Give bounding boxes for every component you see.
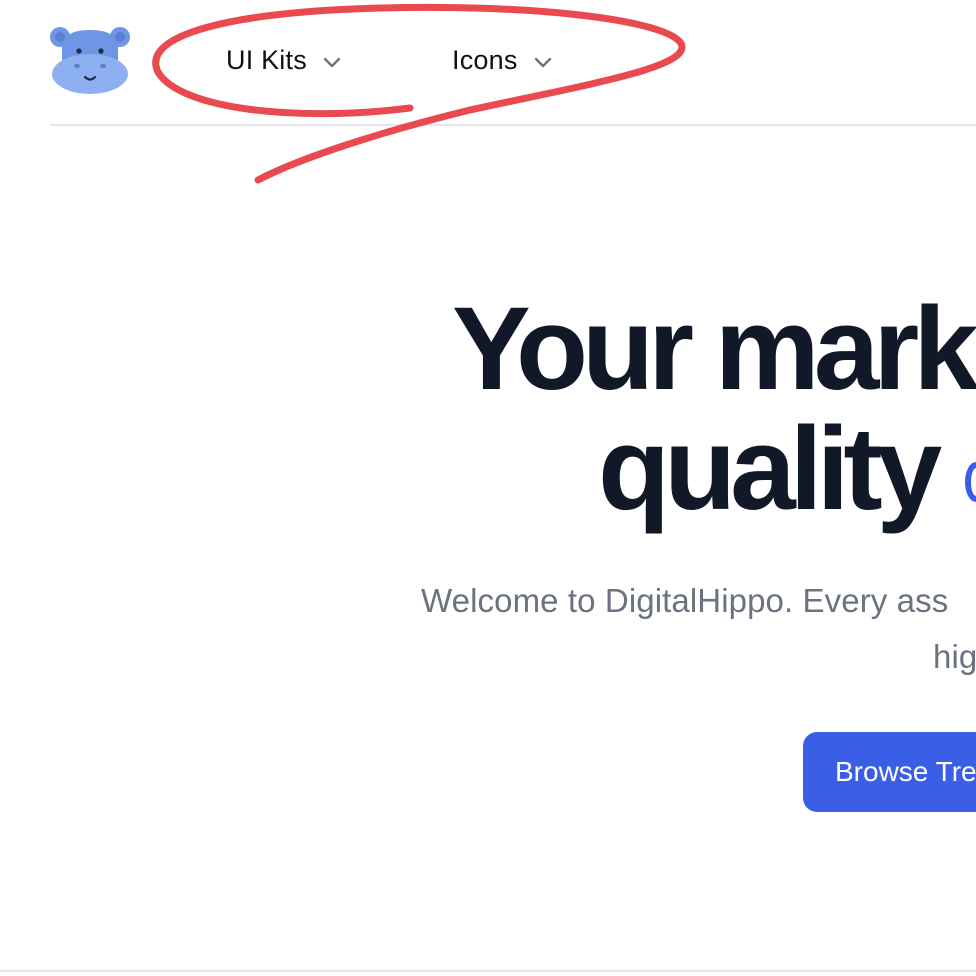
top-navbar: UI Kits Icons <box>0 0 976 126</box>
nav-item-ui-kits[interactable]: UI Kits <box>226 40 343 80</box>
section-divider <box>0 970 976 972</box>
chevron-down-icon <box>532 49 554 71</box>
hero-title-line-1: Your mark <box>452 283 976 415</box>
hippo-logo-icon[interactable] <box>48 24 132 96</box>
hero-subtitle-line-1: Welcome to DigitalHippo. Every ass <box>421 582 949 619</box>
nav-item-icons[interactable]: Icons <box>452 40 554 80</box>
navbar-divider <box>50 124 976 126</box>
hero-title-line-2: quality <box>598 403 942 535</box>
hero-subtitle-line-2: hig <box>933 638 976 675</box>
hero-accent-word-fragment <box>965 462 976 502</box>
nav-item-label: Icons <box>452 44 518 75</box>
cta-button-label: Browse Tre <box>835 756 976 787</box>
chevron-down-icon <box>321 49 343 71</box>
browse-trending-button[interactable]: Browse Tre <box>803 732 976 812</box>
nav-item-label: UI Kits <box>226 44 307 75</box>
page: UI Kits Icons Your mark quality Welcome … <box>0 0 976 976</box>
